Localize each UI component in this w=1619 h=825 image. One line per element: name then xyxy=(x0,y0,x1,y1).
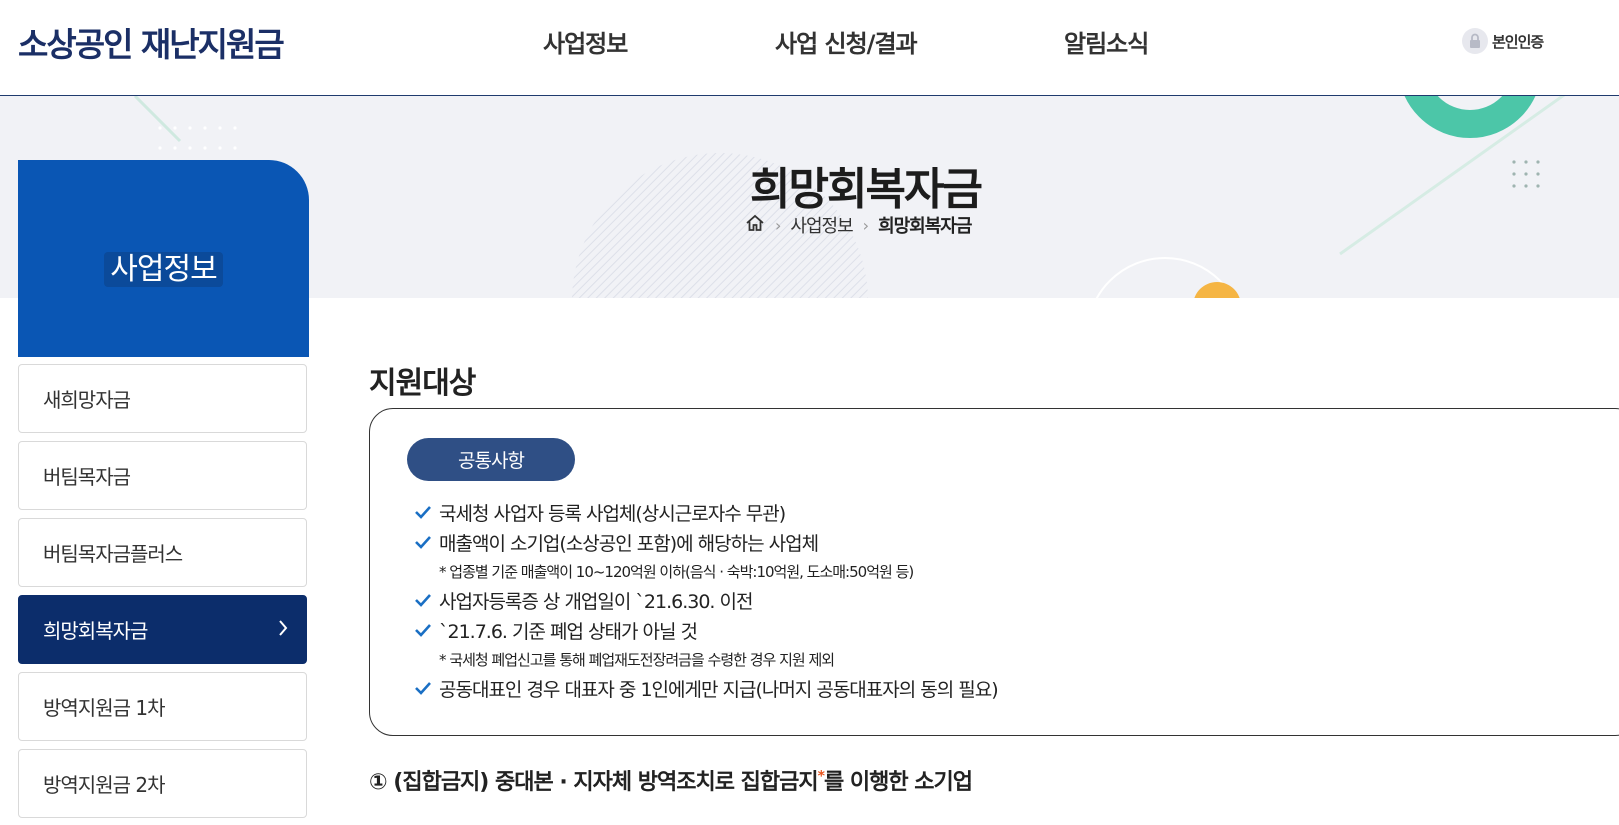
sidebar-item-beotimmok[interactable]: 버팀목자금 xyxy=(18,441,307,510)
checkmark-icon xyxy=(414,623,436,637)
breadcrumb: › 사업정보 › 희망회복자금 xyxy=(745,212,972,238)
sidebar-item-label: 방역지원금 1차 xyxy=(43,696,165,720)
sidebar-item-beotimmok-plus[interactable]: 버팀목자금플러스 xyxy=(18,518,307,587)
checkmark-icon xyxy=(414,593,436,607)
identity-verify-label: 본인인증 xyxy=(1492,32,1544,51)
common-requirements-badge: 공통사항 xyxy=(407,438,575,481)
criteria-note: * 업종별 기준 매출액이 10~120억원 이하(음식 · 숙박:10억원, … xyxy=(439,562,914,581)
subsection-title-text: ① (집합금지) 중대본 · 지자체 방역조치로 집합금지 xyxy=(369,770,819,795)
identity-verify-button[interactable]: 본인인증 xyxy=(1462,28,1544,54)
checkmark-icon xyxy=(414,681,436,695)
subsection-title-suffix: 를 이행한 소기업 xyxy=(823,770,973,795)
nav-notices[interactable]: 알림소식 xyxy=(1064,24,1149,59)
site-header: 소상공인 재난지원금 사업정보 사업 신청/결과 알림소식 본인인증 xyxy=(0,0,1619,96)
criteria-text: 사업자등록증 상 개업일이 `21.6.30. 이전 xyxy=(439,590,753,613)
list-item: 매출액이 소기업(소상공인 포함)에 해당하는 사업체 xyxy=(414,527,998,557)
sidebar-item-quarantine-2[interactable]: 방역지원금 2차 xyxy=(18,749,307,818)
site-logo[interactable]: 소상공인 재난지원금 xyxy=(18,18,285,66)
list-item: 국세청 사업자 등록 사업체(상시근로자수 무관) xyxy=(414,497,998,527)
criteria-text: 국세청 사업자 등록 사업체(상시근로자수 무관) xyxy=(439,502,786,525)
sidebar-item-label: 버팀목자금 xyxy=(43,465,131,489)
sidebar-header: 사업정보 xyxy=(18,160,309,357)
sidebar-item-new-hope[interactable]: 새희망자금 xyxy=(18,364,307,433)
chevron-right-icon xyxy=(278,618,288,642)
breadcrumb-separator-icon: › xyxy=(862,215,869,235)
nav-business-info[interactable]: 사업정보 xyxy=(543,24,628,59)
lock-icon xyxy=(1462,28,1488,54)
criteria-text: 매출액이 소기업(소상공인 포함)에 해당하는 사업체 xyxy=(439,532,819,555)
sidebar-item-label: 희망회복자금 xyxy=(43,619,148,643)
subsection-title: ① (집합금지) 중대본 · 지자체 방역조치로 집합금지*를 이행한 소기업 xyxy=(369,764,973,796)
section-title: 지원대상 xyxy=(369,366,476,401)
home-icon[interactable] xyxy=(745,214,765,237)
checkmark-icon xyxy=(414,505,436,519)
eligibility-box: 공통사항 국세청 사업자 등록 사업체(상시근로자수 무관) 매출액이 소기업(… xyxy=(369,408,1619,736)
checkmark-icon xyxy=(414,535,436,549)
list-item: 사업자등록증 상 개업일이 `21.6.30. 이전 xyxy=(414,585,998,615)
list-item: `21.7.6. 기준 폐업 상태가 아닐 것 xyxy=(414,615,998,645)
sidebar-title: 사업정보 xyxy=(104,252,223,287)
list-item: 공동대표인 경우 대표자 중 1인에게만 지급(나머지 공동대표자의 동의 필요… xyxy=(414,673,999,703)
sidebar-item-label: 방역지원금 2차 xyxy=(43,773,165,797)
breadcrumb-separator-icon: › xyxy=(775,215,781,235)
criteria-list: 국세청 사업자 등록 사업체(상시근로자수 무관) 매출액이 소기업(소상공인 … xyxy=(414,497,999,703)
sidebar-item-label: 버팀목자금플러스 xyxy=(43,542,183,566)
criteria-text: 공동대표인 경우 대표자 중 1인에게만 지급(나머지 공동대표자의 동의 필요… xyxy=(439,678,999,701)
criteria-text: `21.7.6. 기준 폐업 상태가 아닐 것 xyxy=(439,620,698,643)
nav-apply-results[interactable]: 사업 신청/결과 xyxy=(775,24,918,59)
sidebar-item-quarantine-1[interactable]: 방역지원금 1차 xyxy=(18,672,307,741)
criteria-note: * 국세청 폐업신고를 통해 폐업재도전장려금을 수령한 경우 지원 제외 xyxy=(439,650,835,669)
sidebar-item-label: 새희망자금 xyxy=(43,388,131,412)
breadcrumb-level1[interactable]: 사업정보 xyxy=(790,212,853,238)
sidebar-item-hope-recovery[interactable]: 희망회복자금 xyxy=(18,595,307,664)
breadcrumb-current: 희망회복자금 xyxy=(878,216,972,237)
